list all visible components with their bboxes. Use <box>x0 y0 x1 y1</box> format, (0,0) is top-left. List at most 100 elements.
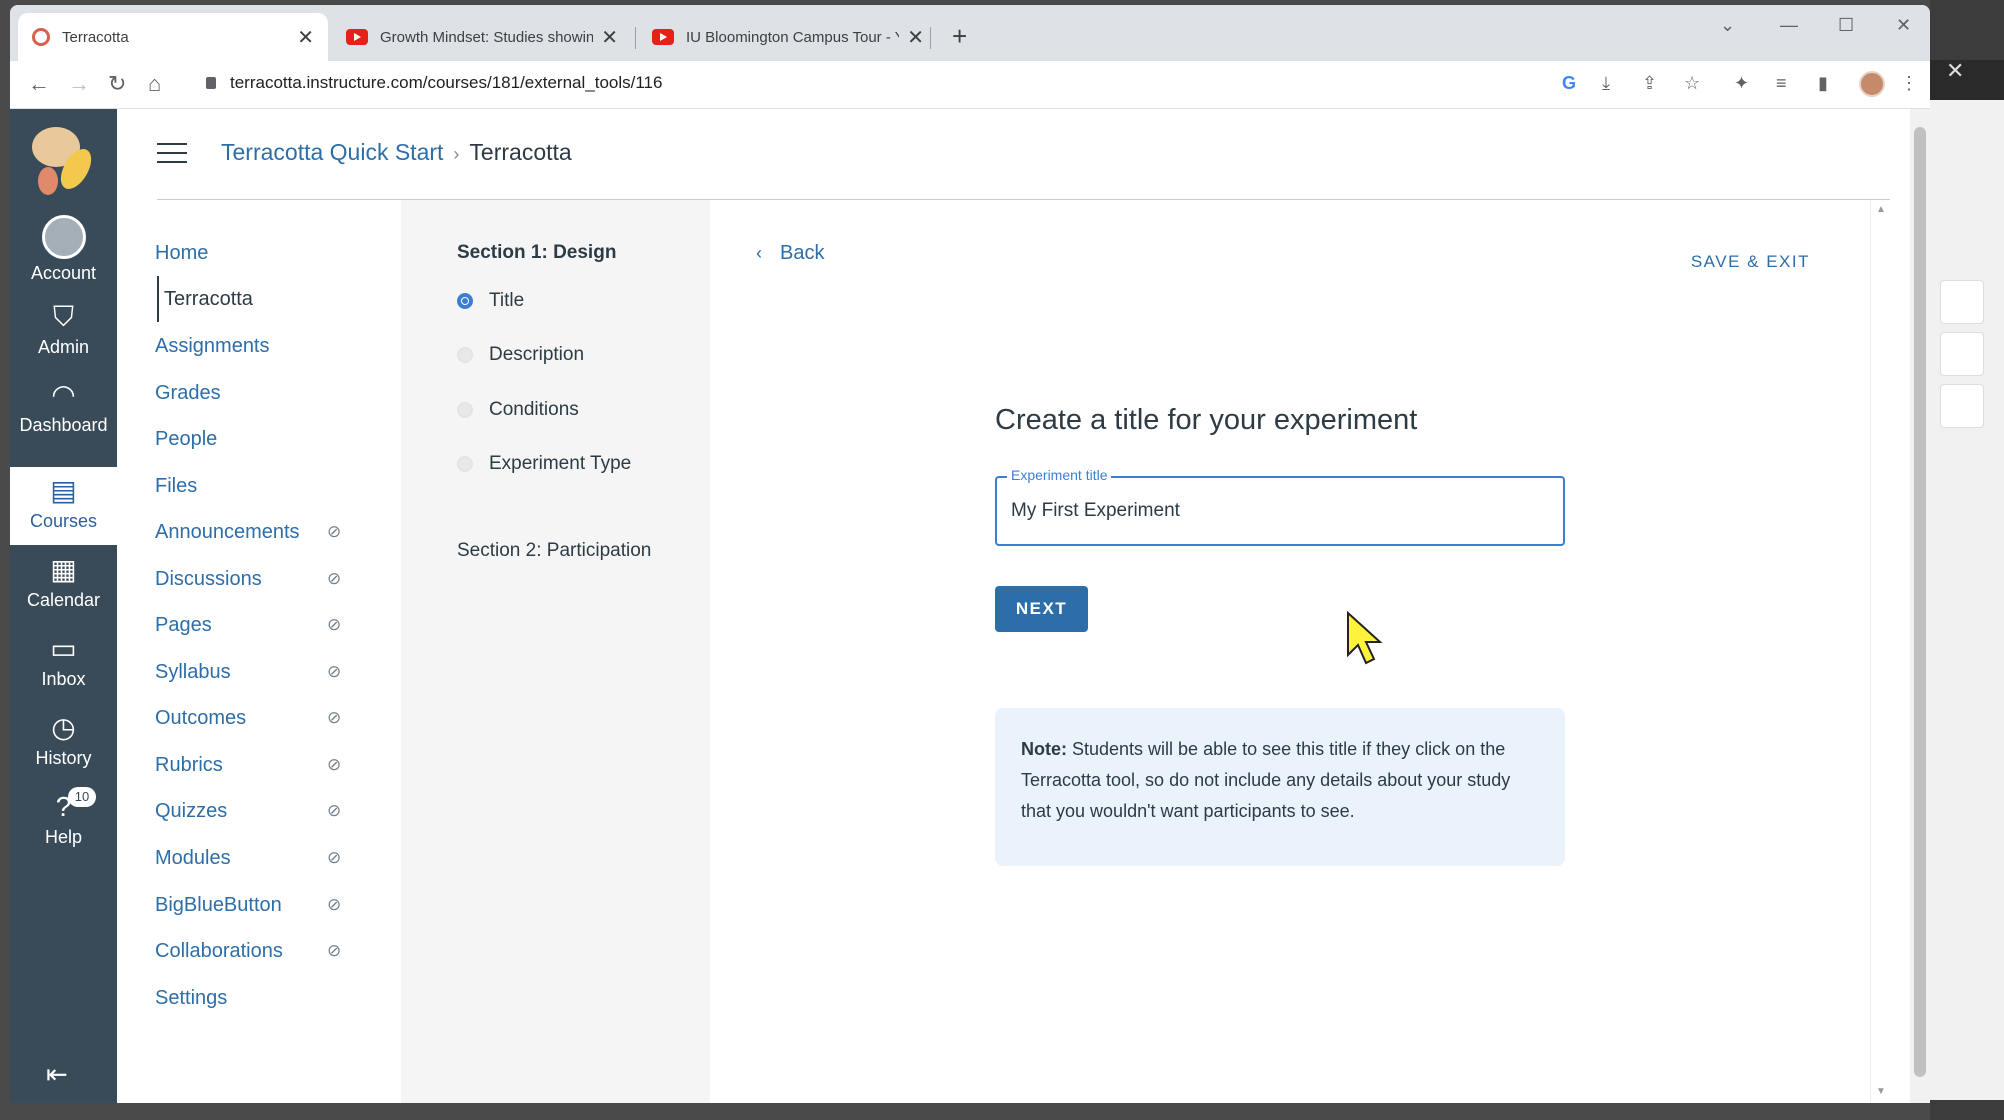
close-window-icon[interactable]: ✕ <box>1896 15 1911 36</box>
nav-account[interactable]: Account <box>10 215 117 293</box>
nav-help[interactable]: ? 10 Help <box>10 783 117 861</box>
course-nav-terracotta[interactable]: Terracotta <box>164 288 253 311</box>
nav-history[interactable]: ◷ History <box>10 704 117 782</box>
course-nav-outcomes[interactable]: Outcomes <box>155 707 246 730</box>
hidden-eye-icon: ⊘ <box>327 708 342 727</box>
profile-avatar[interactable] <box>1859 71 1885 97</box>
tab-strip: Terracotta ✕ Growth Mindset: Studies sho… <box>10 5 1930 61</box>
course-nav-bigbluebutton[interactable]: BigBlueButton <box>155 894 282 917</box>
breadcrumb-course-link[interactable]: Terracotta Quick Start <box>221 139 443 165</box>
reading-list-icon[interactable]: ≡ <box>1776 73 1787 94</box>
step-label: Experiment Type <box>489 453 632 474</box>
tab-separator <box>930 27 931 49</box>
collapse-nav-icon[interactable]: ⇤ <box>46 1059 68 1090</box>
hidden-eye-icon: ⊘ <box>327 569 342 588</box>
step-title[interactable]: Title <box>457 290 524 312</box>
step-conditions[interactable]: Conditions <box>457 399 579 421</box>
course-nav: Home Terracotta Assignments Grades Peopl… <box>117 200 401 1103</box>
experiment-title-field[interactable]: Experiment title <box>995 467 1565 546</box>
course-nav-collaborations[interactable]: Collaborations <box>155 940 283 963</box>
background-window <box>1930 0 2004 1120</box>
hidden-eye-icon: ⊘ <box>327 522 342 541</box>
course-nav-syllabus[interactable]: Syllabus <box>155 661 231 684</box>
course-nav-announcements[interactable]: Announcements <box>155 521 300 544</box>
share-icon[interactable]: ⇪ <box>1642 73 1657 94</box>
course-nav-assignments[interactable]: Assignments <box>155 335 270 358</box>
extensions-icon[interactable]: ✦ <box>1734 73 1749 94</box>
course-nav-files[interactable]: Files <box>155 475 197 498</box>
new-tab-icon[interactable]: + <box>952 21 967 52</box>
step-description[interactable]: Description <box>457 344 584 366</box>
browser-window: Terracotta ✕ Growth Mindset: Studies sho… <box>10 5 1930 1103</box>
more-menu-icon[interactable]: ⋮ <box>1900 73 1918 94</box>
home-icon[interactable]: ⌂ <box>148 71 161 97</box>
reload-icon[interactable]: ↻ <box>108 71 126 97</box>
breadcrumb-separator-icon: › <box>453 144 460 164</box>
nav-courses[interactable]: ▤ Courses <box>10 467 117 545</box>
nav-dashboard[interactable]: ◠ Dashboard <box>10 371 117 449</box>
scrollbar-thumb[interactable] <box>1914 127 1926 1077</box>
course-nav-rubrics[interactable]: Rubrics <box>155 754 223 777</box>
nav-label: Inbox <box>41 669 86 689</box>
terracotta-logo[interactable] <box>30 123 96 201</box>
scroll-down-icon[interactable]: ▼ <box>1876 1086 1886 1097</box>
back-link[interactable]: ‹ Back <box>756 242 824 265</box>
forward-arrow-icon[interactable]: → <box>68 71 90 97</box>
tab-title: Growth Mindset: Studies showing <box>380 28 594 46</box>
install-icon[interactable]: ⤓ <box>1602 73 1610 94</box>
save-exit-button[interactable]: SAVE & EXIT <box>1691 252 1810 272</box>
youtube-icon <box>652 29 674 45</box>
background-close-icon[interactable]: ✕ <box>1946 58 1964 84</box>
hidden-eye-icon: ⊘ <box>327 801 342 820</box>
mouse-cursor-icon <box>1347 611 1383 665</box>
section-1-heading: Section 1: Design <box>457 242 617 263</box>
tab-iu-campus-tour[interactable]: IU Bloomington Campus Tour - Y ✕ <box>638 13 938 61</box>
shield-icon: ⛉ <box>52 301 74 332</box>
help-badge: 10 <box>68 787 96 807</box>
book-icon: ▤ <box>50 475 77 506</box>
field-label: Experiment title <box>1007 467 1112 483</box>
course-nav-settings[interactable]: Settings <box>155 987 227 1010</box>
tab-growth-mindset[interactable]: Growth Mindset: Studies showing ✕ <box>332 13 632 61</box>
note-box: Note: Students will be able to see this … <box>995 708 1565 866</box>
nav-label: Dashboard <box>19 415 108 435</box>
course-nav-quizzes[interactable]: Quizzes <box>155 800 227 823</box>
maximize-icon[interactable]: ☐ <box>1838 15 1854 36</box>
nav-calendar[interactable]: ▦ Calendar <box>10 546 117 624</box>
calendar-icon: ▦ <box>50 554 77 585</box>
content-scrollbar[interactable]: ▲ ▼ <box>1870 200 1890 1103</box>
lock-icon[interactable] <box>206 77 216 89</box>
hamburger-menu-icon[interactable] <box>157 143 187 163</box>
course-nav-people[interactable]: People <box>155 428 217 451</box>
nav-admin[interactable]: ⛉ Admin <box>10 293 117 371</box>
course-nav-pages[interactable]: Pages <box>155 614 212 637</box>
course-nav-modules[interactable]: Modules <box>155 847 231 870</box>
page-title: Create a title for your experiment <box>995 404 1418 436</box>
close-icon[interactable]: ✕ <box>907 25 924 50</box>
url-field[interactable]: terracotta.instructure.com/courses/181/e… <box>230 73 662 93</box>
course-nav-discussions[interactable]: Discussions <box>155 568 262 591</box>
note-text: Students will be able to see this title … <box>1021 739 1511 821</box>
close-icon[interactable]: ✕ <box>297 25 314 50</box>
minimize-icon[interactable]: — <box>1780 15 1798 36</box>
next-button[interactable]: NEXT <box>995 586 1088 632</box>
background-window-box <box>1940 280 1984 324</box>
chevron-down-icon[interactable]: ⌄ <box>1720 15 1735 36</box>
course-nav-grades[interactable]: Grades <box>155 382 221 405</box>
course-nav-home[interactable]: Home <box>155 242 208 265</box>
back-label: Back <box>780 242 825 264</box>
step-experiment-type[interactable]: Experiment Type <box>457 453 631 475</box>
hidden-eye-icon: ⊘ <box>327 895 342 914</box>
page-scrollbar[interactable] <box>1910 109 1930 1103</box>
tab-terracotta[interactable]: Terracotta ✕ <box>18 13 328 61</box>
star-icon[interactable]: ☆ <box>1684 73 1700 94</box>
back-arrow-icon[interactable]: ← <box>28 71 50 97</box>
close-icon[interactable]: ✕ <box>601 25 618 50</box>
nav-inbox[interactable]: ▭ Inbox <box>10 625 117 703</box>
experiment-title-input[interactable] <box>1011 500 1541 522</box>
google-icon[interactable]: G <box>1562 73 1576 94</box>
scroll-up-icon[interactable]: ▲ <box>1876 204 1886 215</box>
side-panel-icon[interactable]: ▮ <box>1818 73 1828 94</box>
section-2-heading[interactable]: Section 2: Participation <box>457 540 651 562</box>
active-indicator <box>157 276 159 322</box>
